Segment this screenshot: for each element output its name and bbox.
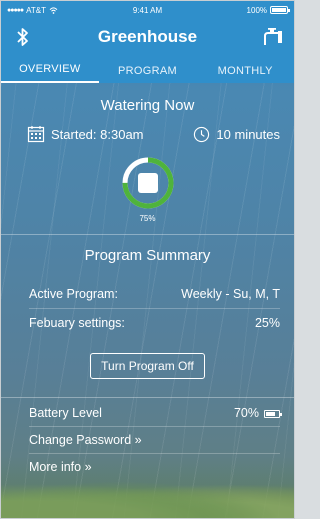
status-bar: ●●●●● AT&T 9:41 AM 100%	[1, 1, 294, 19]
battery-icon	[270, 6, 291, 14]
tab-bar: OVERVIEW PROGRAM MONTHLY	[1, 55, 294, 83]
change-password-link[interactable]: Change Password »	[1, 427, 294, 453]
active-program-value: Weekly - Su, M, T	[181, 287, 280, 301]
turn-program-off-button[interactable]: Turn Program Off	[90, 353, 205, 379]
active-program-label: Active Program:	[29, 287, 118, 301]
more-info-link[interactable]: More info »	[1, 454, 294, 480]
battery-level-row: Battery Level 70%	[1, 400, 294, 426]
tab-overview[interactable]: OVERVIEW	[1, 63, 99, 83]
tab-monthly[interactable]: MONTHLY	[196, 65, 294, 83]
progress-percent: 75%	[139, 214, 156, 223]
app-screen: ●●●●● AT&T 9:41 AM 100% Greenhouse OVERV…	[0, 0, 295, 519]
signal-dots-icon: ●●●●●	[7, 6, 24, 14]
watering-duration: 10 minutes	[216, 126, 280, 142]
month-settings-value: 25%	[254, 316, 280, 330]
carrier-label: AT&T	[26, 5, 46, 15]
month-settings-label: Febuary settings:	[29, 316, 125, 330]
battery-level-value: 70%	[233, 406, 259, 420]
grass-background	[1, 478, 294, 518]
section-divider	[1, 234, 294, 235]
faucet-icon[interactable]	[260, 25, 284, 49]
started-time: Started: 8:30am	[51, 126, 144, 142]
summary-title: Program Summary	[84, 247, 211, 264]
app-title: Greenhouse	[97, 27, 198, 46]
wifi-icon	[49, 6, 58, 14]
more-info-label[interactable]: More info »	[29, 460, 92, 474]
main-content: Watering Now Started: 8:30am 10 minutes …	[1, 97, 294, 480]
stop-watering-button[interactable]	[137, 173, 158, 193]
change-password-label[interactable]: Change Password »	[29, 433, 142, 447]
footer-divider	[1, 397, 294, 398]
summary-row-active-program: Active Program: Weekly - Su, M, T	[1, 280, 294, 308]
watering-title: Watering Now	[100, 97, 195, 114]
bluetooth-icon[interactable]	[11, 25, 35, 49]
footer-section: Battery Level 70% Change Password » More…	[1, 397, 294, 480]
clock-icon	[194, 126, 210, 142]
summary-row-month-settings: Febuary settings: 25%	[1, 309, 294, 337]
calendar-icon	[27, 126, 45, 143]
watering-progress-ring	[120, 155, 176, 211]
status-time: 9:41 AM	[132, 5, 163, 15]
battery-percent: 100%	[246, 5, 268, 15]
tab-program[interactable]: PROGRAM	[99, 65, 197, 83]
battery-level-icon	[264, 409, 282, 418]
watering-info-row: Started: 8:30am 10 minutes	[1, 125, 294, 143]
header: ●●●●● AT&T 9:41 AM 100% Greenhouse OVERV…	[1, 1, 294, 83]
title-bar: Greenhouse	[1, 19, 294, 55]
battery-level-label: Battery Level	[29, 406, 102, 420]
